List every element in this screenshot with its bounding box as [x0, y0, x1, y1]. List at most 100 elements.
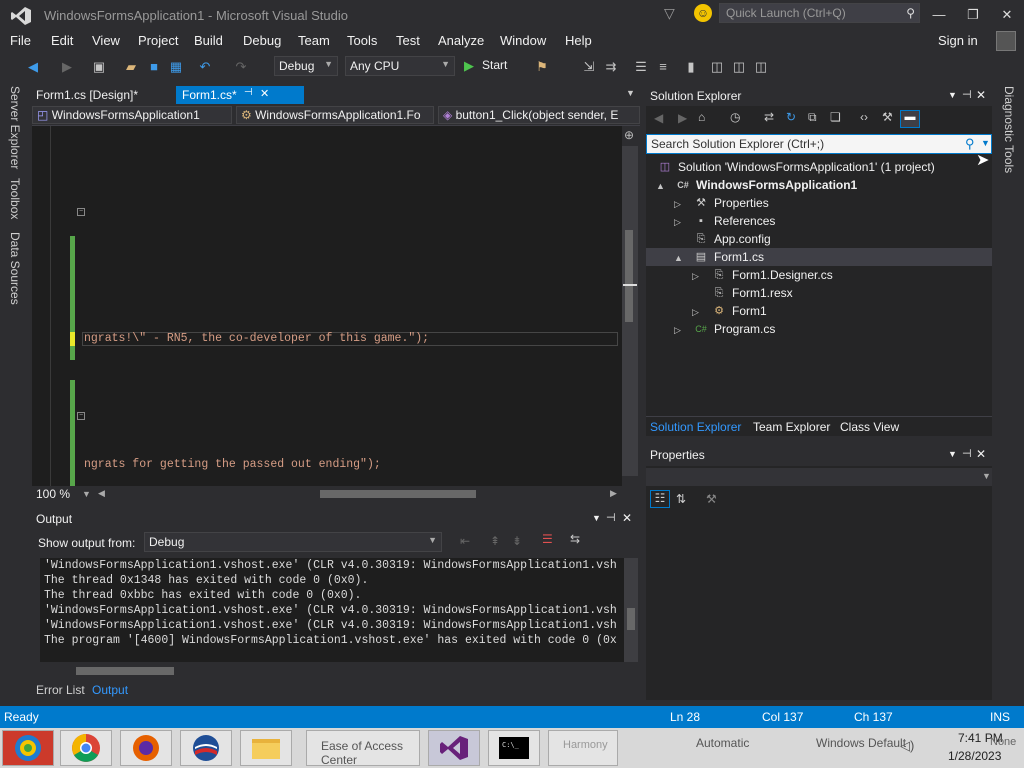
tab-overflow-icon[interactable]: ▼	[626, 88, 635, 98]
menu-file[interactable]: File	[10, 33, 31, 48]
server-explorer-tab[interactable]: Server Explorer	[8, 86, 22, 169]
close-tab-icon[interactable]: ✕	[260, 87, 269, 100]
tree-item-references[interactable]: ▷ ▪ References	[646, 212, 992, 230]
ease-of-access-taskbar-button[interactable]: Ease of Access Center	[306, 730, 420, 767]
sign-in-link[interactable]: Sign in	[938, 33, 978, 48]
open-file-icon[interactable]: ▰	[122, 58, 140, 76]
browser-link-icon[interactable]: ⚑	[533, 58, 551, 76]
bookmark-clear-icon[interactable]: ◫	[752, 58, 770, 76]
save-icon[interactable]: ■	[145, 58, 163, 76]
home-icon[interactable]: ⌂	[698, 110, 705, 124]
window-menu-icon[interactable]: ▼	[948, 449, 957, 459]
solution-configuration-dropdown[interactable]: Debug ▼	[274, 56, 338, 76]
output-source-dropdown[interactable]: Debug ▼	[144, 532, 442, 552]
collapsed-arrow-icon[interactable]: ▷	[674, 195, 681, 213]
scrollbar-thumb[interactable]	[625, 230, 633, 322]
bookmark-icon[interactable]: ▮	[682, 58, 700, 76]
collapsed-arrow-icon[interactable]: ▷	[692, 267, 699, 285]
close-icon[interactable]: ✕	[622, 511, 632, 525]
pin-icon[interactable]: ⊣	[962, 88, 972, 101]
firefox-icon[interactable]	[120, 730, 172, 766]
bookmark-prev-icon[interactable]: ◫	[708, 58, 726, 76]
undo-icon[interactable]: ↶	[196, 58, 214, 76]
menu-window[interactable]: Window	[500, 33, 546, 48]
collapsed-arrow-icon[interactable]: ▷	[692, 303, 699, 321]
harmony-taskbar-button[interactable]: Harmony	[548, 730, 618, 766]
tab-form1-cs[interactable]: Form1.cs* ⊣ ✕	[176, 86, 304, 104]
zoom-level[interactable]: 100 %	[36, 487, 70, 501]
bookmark-next-icon[interactable]: ◫	[730, 58, 748, 76]
solution-search-input[interactable]: Search Solution Explorer (Ctrl+;) ⚲ ▼	[646, 134, 992, 154]
menu-view[interactable]: View	[92, 33, 120, 48]
previous-message-icon[interactable]: ⇞	[490, 534, 500, 548]
chrome-icon[interactable]	[60, 730, 112, 766]
code-editor[interactable]: − − ngrats!\" - RN5, the co-developer of…	[32, 126, 622, 486]
close-icon[interactable]: ✕	[976, 447, 986, 461]
collapse-region-icon[interactable]: −	[77, 208, 85, 216]
clock-date[interactable]: 1/28/2023	[948, 749, 1001, 763]
output-horizontal-scrollbar[interactable]	[40, 664, 624, 678]
menu-analyze[interactable]: Analyze	[438, 33, 484, 48]
pin-icon[interactable]: ⊣	[962, 447, 972, 460]
start-button[interactable]: Start	[482, 58, 507, 72]
notification-filter-icon[interactable]: ▽	[664, 5, 675, 22]
tab-form1-design[interactable]: Form1.cs [Design]*	[30, 86, 172, 104]
scrollbar-thumb[interactable]	[627, 608, 635, 630]
class-dropdown[interactable]: ⚙ WindowsFormsApplication1.Fo	[236, 106, 434, 124]
scrollbar-thumb[interactable]	[320, 490, 476, 498]
restore-button[interactable]: ❐	[958, 4, 988, 26]
collapsed-arrow-icon[interactable]: ▷	[674, 321, 681, 339]
save-all-icon[interactable]: ▦	[167, 58, 185, 76]
menu-project[interactable]: Project	[138, 33, 178, 48]
tree-item-form1-cs[interactable]: ▲ ▤ Form1.cs	[646, 248, 992, 266]
tab-team-explorer[interactable]: Team Explorer	[753, 420, 830, 434]
window-menu-icon[interactable]: ▼	[948, 90, 957, 100]
word-wrap-icon[interactable]: ⇆	[570, 532, 580, 546]
clear-all-icon[interactable]: ☰	[542, 532, 553, 546]
tab-solution-explorer[interactable]: Solution Explorer	[650, 420, 741, 434]
collapse-all-icon[interactable]: ⧉	[808, 110, 817, 125]
menu-help[interactable]: Help	[565, 33, 592, 48]
feedback-smiley-icon[interactable]: ☺	[694, 4, 712, 22]
navigate-back-icon[interactable]: ◀	[24, 58, 42, 76]
chevron-down-icon[interactable]: ▼	[82, 489, 91, 499]
editor-horizontal-scrollbar[interactable]: 100 % ▼ ◀ ▶	[32, 486, 638, 502]
editor-vertical-scrollbar[interactable]	[622, 146, 638, 476]
minimize-button[interactable]: —	[924, 4, 954, 26]
menu-build[interactable]: Build	[194, 33, 223, 48]
speaker-volume-icon[interactable]: ◁)	[900, 738, 914, 754]
campaign-logo-icon[interactable]	[180, 730, 232, 766]
data-sources-tab[interactable]: Data Sources	[8, 232, 22, 305]
properties-object-dropdown[interactable]: ▼	[646, 468, 992, 486]
visual-studio-taskbar-icon[interactable]	[428, 730, 480, 766]
tree-item-properties[interactable]: ▷ ⚒ Properties	[646, 194, 992, 212]
tab-error-list[interactable]: Error List	[32, 682, 89, 698]
properties-wrench-icon[interactable]: ⚒	[882, 110, 893, 124]
tab-output[interactable]: Output	[88, 682, 132, 698]
menu-debug[interactable]: Debug	[243, 33, 281, 48]
expanded-arrow-icon[interactable]: ▲	[674, 249, 683, 267]
collapsed-arrow-icon[interactable]: ▷	[674, 213, 681, 231]
tree-item-form1-class[interactable]: ▷ ⚙ Form1	[646, 302, 992, 320]
close-button[interactable]: ✕	[992, 4, 1022, 26]
search-icon[interactable]: ⚲	[965, 136, 975, 152]
categorized-icon[interactable]: ☷	[650, 490, 670, 508]
scrollbar-thumb[interactable]	[76, 667, 174, 675]
next-message-icon[interactable]: ⇟	[512, 534, 522, 548]
scroll-right-icon[interactable]: ▶	[610, 488, 617, 499]
refresh-icon[interactable]: ↻	[786, 110, 796, 124]
collapse-region-icon[interactable]: −	[77, 412, 85, 420]
chevron-down-icon[interactable]: ▼	[981, 138, 990, 148]
output-vertical-scrollbar[interactable]	[624, 558, 638, 662]
output-text-area[interactable]: 'WindowsFormsApplication1.vshost.exe' (C…	[40, 558, 624, 662]
diagnostic-tools-tab[interactable]: Diagnostic Tools	[1002, 86, 1016, 173]
menu-test[interactable]: Test	[396, 33, 420, 48]
menu-tools[interactable]: Tools	[347, 33, 377, 48]
comment-lines-icon[interactable]: ☰	[632, 58, 650, 76]
file-explorer-icon[interactable]	[240, 730, 292, 766]
quick-launch-input[interactable]: Quick Launch (Ctrl+Q) ⚲	[719, 3, 920, 23]
close-icon[interactable]: ✕	[976, 88, 986, 102]
tab-class-view[interactable]: Class View	[840, 420, 899, 434]
tree-item-form1-designer[interactable]: ▷ ⎘ Form1.Designer.cs	[646, 266, 992, 284]
sync-icon[interactable]: ⇄	[764, 110, 774, 124]
